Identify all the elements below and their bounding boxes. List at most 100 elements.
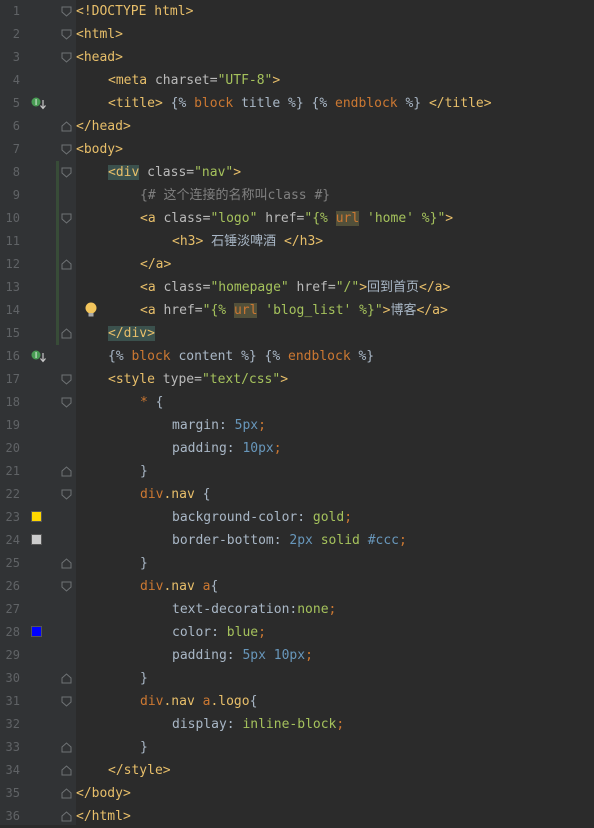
code-line[interactable]: 35 </body> [0,782,594,805]
fold-collapse-icon[interactable] [61,167,72,178]
code-text[interactable]: <a href="{% url 'blog_list' %}">博客</a> [140,299,448,322]
fold-collapse-icon[interactable] [61,52,72,63]
code-line[interactable]: 11 <h3> 石锤淡啤酒 </h3> [0,230,594,253]
code-text[interactable]: <title> {% block title %} {% endblock %}… [108,92,492,115]
fold-collapse-icon[interactable] [61,581,72,592]
code-text[interactable]: } [140,667,148,690]
code-text[interactable]: {# 这个连接的名称叫class #} [140,184,330,207]
code-line[interactable]: 8 <div class="nav"> [0,161,594,184]
code-text[interactable]: <a class="homepage" href="/">回到首页</a> [140,276,450,299]
code-line[interactable]: 9 {# 这个连接的名称叫class #} [0,184,594,207]
code-text[interactable]: color: blue; [172,621,266,644]
code-text[interactable]: <!DOCTYPE html> [76,0,193,23]
code-text[interactable]: <div class="nav"> [108,161,241,184]
fold-collapse-icon[interactable] [61,144,72,155]
code-line[interactable]: 30} [0,667,594,690]
fold-collapse-icon[interactable] [61,29,72,40]
code-text[interactable]: text-decoration:none; [172,598,336,621]
color-swatch-icon[interactable] [31,534,42,545]
code-text[interactable]: display: inline-block; [172,713,344,736]
code-text[interactable]: } [140,736,148,759]
code-line[interactable]: 10 <a class="logo" href="{% url 'home' %}… [0,207,594,230]
code-text[interactable]: </head> [76,115,131,138]
fold-collapse-icon[interactable] [61,696,72,707]
code-line[interactable]: 5 I <title> {% block title %} {% endblock … [0,92,594,115]
code-line[interactable]: 3 <head> [0,46,594,69]
code-line[interactable]: 13 <a class="homepage" href="/">回到首页</a> [0,276,594,299]
code-line[interactable]: 23 background-color: gold; [0,506,594,529]
code-line[interactable]: 19 margin: 5px; [0,414,594,437]
code-line[interactable]: 29 padding: 5px 10px; [0,644,594,667]
code-text[interactable]: div.nav a.logo{ [140,690,257,713]
code-text[interactable]: background-color: gold; [172,506,352,529]
code-text[interactable]: <body> [76,138,123,161]
code-text[interactable]: } [140,460,148,483]
code-line[interactable]: 21} [0,460,594,483]
fold-end-icon[interactable] [61,788,72,799]
code-text[interactable]: {% block content %} {% endblock %} [108,345,374,368]
code-text[interactable]: </a> [140,253,171,276]
code-line[interactable]: 33} [0,736,594,759]
color-swatch-icon[interactable] [31,511,42,522]
code-line[interactable]: 28 color: blue; [0,621,594,644]
code-line[interactable]: 27 text-decoration:none; [0,598,594,621]
fold-collapse-icon[interactable] [61,374,72,385]
fold-end-icon[interactable] [61,673,72,684]
fold-end-icon[interactable] [61,742,72,753]
code-text[interactable]: div.nav { [140,483,210,506]
code-text[interactable]: border-bottom: 2px solid #ccc; [172,529,407,552]
code-line[interactable]: 12 </a> [0,253,594,276]
code-text[interactable]: * { [140,391,163,414]
code-line[interactable]: 1 <!DOCTYPE html> [0,0,594,23]
code-line[interactable]: 24 border-bottom: 2px solid #ccc; [0,529,594,552]
code-line[interactable]: 31 div.nav a.logo{ [0,690,594,713]
code-line[interactable]: 32 display: inline-block; [0,713,594,736]
code-line[interactable]: 7 <body> [0,138,594,161]
code-line[interactable]: 4 <meta charset="UTF-8"> [0,69,594,92]
code-text[interactable]: <meta charset="UTF-8"> [108,69,280,92]
color-swatch-icon[interactable] [31,626,42,637]
lightbulb-icon[interactable] [84,302,98,322]
code-text[interactable]: </div> [108,322,155,345]
fold-end-icon[interactable] [61,328,72,339]
code-line[interactable]: 25} [0,552,594,575]
fold-end-icon[interactable] [61,259,72,270]
code-text[interactable]: <h3> 石锤淡啤酒 </h3> [172,230,323,253]
code-text[interactable]: </style> [108,759,171,782]
code-text[interactable]: <head> [76,46,123,69]
code-line[interactable]: 15 </div> [0,322,594,345]
fold-end-icon[interactable] [61,558,72,569]
code-text[interactable]: margin: 5px; [172,414,266,437]
code-line[interactable]: 2 <html> [0,23,594,46]
code-line[interactable]: 18 * { [0,391,594,414]
fold-collapse-icon[interactable] [61,397,72,408]
line-number: 6 [12,119,20,133]
fold-end-icon[interactable] [61,811,72,822]
code-line[interactable]: 14 <a href="{% url 'blog_list' %}">博客</a> [0,299,594,322]
fold-collapse-icon[interactable] [61,6,72,17]
fold-end-icon[interactable] [61,765,72,776]
code-line[interactable]: 20 padding: 10px; [0,437,594,460]
code-text[interactable]: <a class="logo" href="{% url 'home' %}"> [140,207,453,230]
code-text[interactable]: padding: 10px; [172,437,282,460]
override-method-icon[interactable]: I [31,350,47,368]
fold-end-icon[interactable] [61,121,72,132]
code-line[interactable]: 22 div.nav { [0,483,594,506]
fold-collapse-icon[interactable] [61,213,72,224]
code-editor[interactable]: 1 <!DOCTYPE html> 2 <html> 3 <head> 4 <meta cha… [0,0,594,825]
code-text[interactable]: } [140,552,148,575]
code-line[interactable]: 16 I {% block content %} {% endblock %} [0,345,594,368]
fold-end-icon[interactable] [61,466,72,477]
code-line[interactable]: 34 </style> [0,759,594,782]
override-method-icon[interactable]: I [31,97,47,115]
code-line[interactable]: 17 <style type="text/css"> [0,368,594,391]
fold-collapse-icon[interactable] [61,489,72,500]
code-text[interactable]: div.nav a{ [140,575,218,598]
code-text[interactable]: padding: 5px 10px; [172,644,313,667]
code-line[interactable]: 6 </head> [0,115,594,138]
code-line[interactable]: 26 div.nav a{ [0,575,594,598]
code-text[interactable]: <html> [76,23,123,46]
code-text[interactable]: <style type="text/css"> [108,368,288,391]
code-text[interactable]: </body> [76,782,131,805]
code-token: : [226,648,243,663]
